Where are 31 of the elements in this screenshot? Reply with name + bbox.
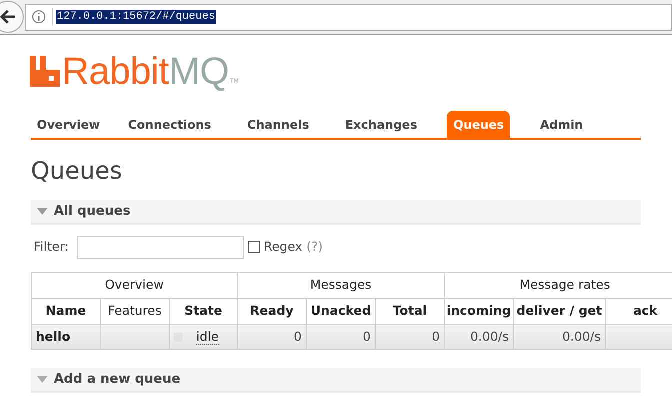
- regex-checkbox[interactable]: [248, 241, 260, 253]
- nav-tab[interactable]: Overview: [31, 111, 106, 138]
- section-title[interactable]: All queues: [54, 202, 131, 222]
- table-cell: 0.00/s: [444, 324, 514, 350]
- nav-tab[interactable]: Channels: [241, 111, 316, 138]
- address-bar[interactable]: 127.0.0.1:15672/#/queues: [25, 4, 672, 30]
- back-arrow-icon: [0, 10, 16, 24]
- url-text: 127.0.0.1:15672/#/queues: [56, 10, 216, 24]
- nav-tab[interactable]: Connections: [122, 111, 218, 138]
- column-group-header: Messages: [238, 272, 445, 298]
- help-link[interactable]: (?): [306, 238, 323, 256]
- section-title[interactable]: Add a new queue: [54, 370, 181, 390]
- table-cell: 0.00/s: [514, 324, 606, 350]
- column-group-header: Overview: [32, 272, 238, 298]
- logo-icon: [30, 56, 60, 87]
- queue-name-cell[interactable]: hello: [32, 324, 100, 350]
- nav-tab[interactable]: Exchanges: [339, 111, 424, 138]
- page-title: Queues: [31, 156, 124, 186]
- column-group-header: Message rates: [444, 272, 672, 298]
- back-button[interactable]: [0, 1, 24, 33]
- state-text: idle: [196, 330, 219, 344]
- regex-label: Regex: [264, 238, 303, 256]
- collapse-triangle-icon[interactable]: [37, 208, 48, 215]
- info-icon[interactable]: [32, 10, 46, 24]
- logo-text: RabbitMQ: [62, 53, 230, 91]
- table-cell: 0: [238, 324, 306, 350]
- table-cell: 0: [306, 324, 376, 350]
- filter-field[interactable]: [76, 236, 244, 258]
- table-cell: 0: [376, 324, 445, 350]
- filter-label: Filter:: [34, 238, 69, 256]
- nav-tab[interactable]: Admin: [534, 111, 590, 138]
